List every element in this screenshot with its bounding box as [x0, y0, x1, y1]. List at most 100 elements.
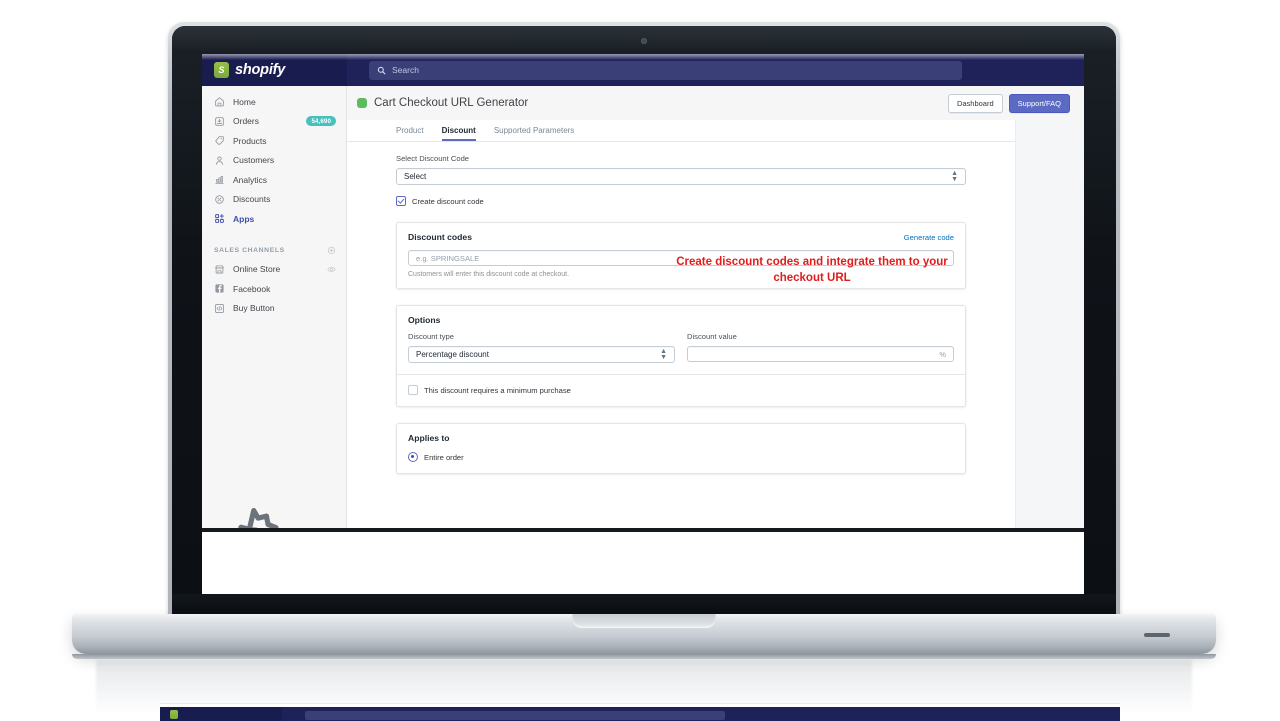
person-icon — [215, 156, 224, 165]
discount-code-select-value: Select — [404, 172, 427, 181]
minimum-purchase-label: This discount requires a minimum purchas… — [424, 385, 571, 395]
sidebar-item-orders[interactable]: Orders 54,690 — [202, 112, 346, 132]
shopify-topbar: S shopify Search — [202, 54, 1084, 86]
up-down-chevron-icon: ▲ ▼ — [660, 347, 667, 361]
applies-to-card-head: Applies to — [397, 424, 965, 443]
laptop-top-bezel — [172, 26, 1116, 54]
discount-value-field: Discount value % — [687, 332, 954, 363]
discount-type-value: Percentage discount — [416, 350, 489, 359]
discount-value-label: Discount value — [687, 332, 737, 341]
discount-value-input[interactable]: % — [687, 346, 954, 362]
discount-type-select[interactable]: Percentage discount ▲ ▼ — [408, 346, 675, 363]
discount-codes-title: Discount codes — [408, 232, 472, 242]
options-card-head: Options — [397, 306, 965, 325]
shopify-bag-icon: S — [214, 62, 229, 78]
minimum-purchase-checkbox[interactable] — [408, 385, 418, 395]
discount-percent-icon — [215, 194, 224, 204]
sidebar-item-products[interactable]: Products — [202, 131, 346, 151]
laptop-base-foot — [72, 654, 1216, 659]
orders-count-badge: 54,690 — [306, 116, 336, 127]
annotation-callout: Create discount codes and integrate them… — [676, 256, 948, 284]
discount-type-label: Discount type — [408, 332, 455, 341]
peek-brand — [160, 707, 282, 721]
sidebar-item-label: Facebook — [233, 283, 271, 294]
create-discount-code-row[interactable]: Create discount code — [396, 196, 966, 206]
webcam-icon — [641, 38, 647, 44]
select-discount-code-label: Select Discount Code — [396, 154, 470, 163]
tag-icon — [215, 136, 224, 146]
eye-icon[interactable] — [327, 265, 336, 274]
page-title: Cart Checkout URL Generator — [374, 97, 529, 109]
code-brackets-icon — [215, 303, 224, 313]
discount-type-field: Discount type Percentage discount ▲ ▼ — [408, 332, 675, 363]
sidebar-item-label: Home — [233, 96, 256, 107]
minimum-purchase-row[interactable]: This discount requires a minimum purchas… — [397, 375, 965, 406]
blank-area-below-screenshot — [202, 532, 1084, 594]
plus-circle-icon[interactable] — [327, 246, 336, 255]
sidebar-item-label: Orders — [233, 116, 259, 127]
entire-order-radio[interactable] — [408, 452, 418, 462]
laptop-base — [72, 614, 1216, 654]
sidebar-item-facebook[interactable]: Facebook — [202, 279, 346, 299]
sidebar-item-apps[interactable]: Apps — [202, 209, 346, 229]
sidebar-item-customers[interactable]: Customers — [202, 151, 346, 171]
discount-codes-card-head: Discount codes Generate code — [397, 223, 965, 242]
search-placeholder: Search — [392, 65, 419, 75]
sidebar: Home Orders 54,690 Products Customers An… — [202, 86, 347, 594]
screenshot-stage: S shopify Search Cart Checkout URL Gener… — [0, 0, 1280, 721]
sidebar-item-label: Online Store — [233, 264, 281, 275]
discount-form: Select Discount Code Select ▲ ▼ Create di… — [347, 142, 1015, 474]
discount-code-select[interactable]: Select ▲ ▼ — [396, 168, 966, 185]
tab-product[interactable]: Product — [396, 126, 424, 141]
options-fields: Discount type Percentage discount ▲ ▼ Dis… — [397, 332, 965, 374]
laptop-device: S shopify Search Cart Checkout URL Gener… — [168, 22, 1120, 622]
sidebar-item-label: Discounts — [233, 194, 271, 205]
sales-channels-title: SALES CHANNELS — [214, 247, 285, 254]
sidebar-item-home[interactable]: Home — [202, 92, 346, 112]
apps-grid-plus-icon — [215, 214, 224, 224]
sidebar-item-label: Apps — [233, 213, 255, 224]
shopify-bag-icon — [170, 709, 178, 719]
orders-inbox-icon — [215, 116, 224, 126]
applies-to-entire-order-row[interactable]: Entire order — [397, 452, 965, 473]
search-icon — [377, 66, 386, 74]
sidebar-item-online-store[interactable]: Online Store — [202, 260, 346, 280]
applies-to-card: Applies to Entire order — [396, 423, 966, 474]
peek-search-input — [305, 711, 725, 720]
laptop-screen: S shopify Search Cart Checkout URL Gener… — [202, 54, 1084, 594]
percent-suffix: % — [939, 349, 946, 359]
sidebar-item-buy-button[interactable]: Buy Button — [202, 299, 346, 319]
app-header: Cart Checkout URL Generator Dashboard Su… — [347, 86, 1084, 120]
tab-bar: Product Discount Supported Parameters — [347, 120, 1015, 142]
search-input[interactable]: Search — [369, 60, 962, 80]
laptop-base-notch — [572, 614, 716, 628]
create-discount-code-checkbox[interactable] — [396, 196, 406, 206]
discount-code-placeholder: e.g. SPRINGSALE — [416, 253, 480, 263]
entire-order-label: Entire order — [424, 452, 464, 462]
tab-supported-parameters[interactable]: Supported Parameters — [494, 126, 575, 141]
brand-name: shopify — [235, 62, 286, 78]
options-card: Options Discount type Percentage discoun… — [396, 305, 966, 407]
next-screenshot-peek — [160, 703, 1120, 721]
sidebar-item-label: Customers — [233, 155, 275, 166]
sidebar-item-label: Buy Button — [233, 303, 275, 314]
discount-page: Product Discount Supported Parameters Se… — [347, 120, 1015, 594]
app-content: Product Discount Supported Parameters Se… — [347, 120, 1084, 594]
support-faq-button[interactable]: Support/FAQ — [1008, 93, 1070, 113]
sidebar-item-analytics[interactable]: Analytics — [202, 170, 346, 190]
up-down-chevron-icon: ▲ ▼ — [951, 169, 958, 183]
home-icon — [215, 97, 224, 107]
dashboard-button[interactable]: Dashboard — [947, 93, 1003, 113]
bar-chart-icon — [215, 176, 224, 185]
tab-discount[interactable]: Discount — [441, 126, 476, 141]
generate-code-link[interactable]: Generate code — [904, 233, 954, 242]
sidebar-item-label: Products — [233, 135, 267, 146]
sidebar-item-label: Analytics — [233, 174, 268, 185]
create-discount-code-label: Create discount code — [412, 196, 484, 206]
facebook-icon — [215, 284, 224, 293]
sales-channels-header: SALES CHANNELS — [202, 242, 346, 260]
shopify-logo[interactable]: S shopify — [202, 54, 347, 86]
applies-to-title: Applies to — [408, 433, 450, 443]
options-title: Options — [408, 315, 441, 325]
sidebar-item-discounts[interactable]: Discounts — [202, 190, 346, 210]
